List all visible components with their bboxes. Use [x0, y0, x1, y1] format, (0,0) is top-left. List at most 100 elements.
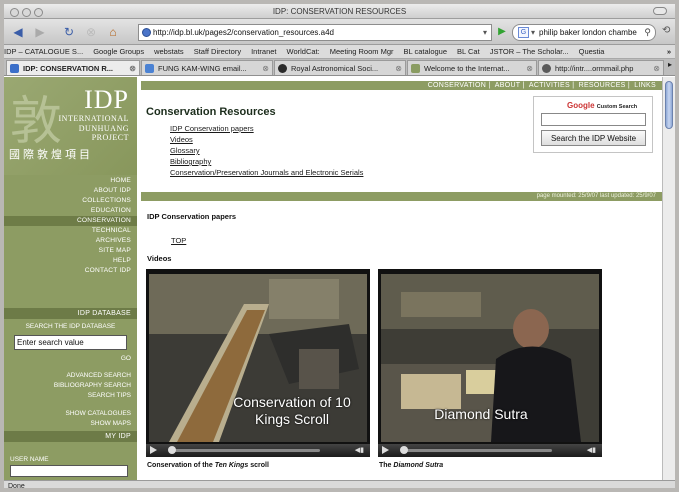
tab-fung-email[interactable]: FUNG KAM-WING email... ⊗ — [141, 60, 273, 75]
main-column: CONSERVATION | ABOUT | ACTIVITIES | RESO… — [141, 77, 662, 480]
video-player-ten-kings[interactable]: Conservation of 10 Kings Scroll ◀▮ — [146, 269, 370, 457]
show-catalogues-link[interactable]: SHOW CATALOGUES — [66, 410, 132, 417]
stop-icon[interactable]: ⊗ — [82, 24, 100, 40]
top-link[interactable]: TOP — [171, 236, 186, 245]
tab-formmail[interactable]: http://intr....ormmail.php ⊗ — [538, 60, 664, 75]
bookmark-item[interactable]: Intranet — [251, 47, 276, 56]
toolbar-toggle-icon[interactable] — [653, 7, 667, 15]
username-label: USER NAME — [10, 456, 49, 463]
minimize-window-icon[interactable] — [22, 8, 31, 17]
google-engine-icon[interactable]: G — [518, 27, 529, 38]
video-progress-track[interactable] — [402, 449, 552, 452]
video-scrubber-handle[interactable] — [168, 446, 176, 454]
browser-search-field[interactable]: G ▾ philip baker london chambe ⚲ — [512, 24, 656, 41]
bookmark-item[interactable]: Google Groups — [93, 47, 144, 56]
topnav-conservation[interactable]: CONSERVATION — [428, 82, 486, 89]
sidebar-item-technical[interactable]: TECHNICAL — [4, 226, 137, 236]
bookmark-item[interactable]: Meeting Room Mgr — [330, 47, 394, 56]
bookmark-item[interactable]: IDP – CATALOGUE S... — [4, 47, 83, 56]
vertical-scrollbar[interactable] — [662, 77, 675, 480]
sidebar-item-archives[interactable]: ARCHIVES — [4, 236, 137, 246]
sidebar-item-education[interactable]: EDUCATION — [4, 206, 137, 216]
tab-royal-astronomical[interactable]: Royal Astronomical Soci... ⊗ — [274, 60, 406, 75]
video-controls: ◀▮ — [146, 444, 370, 457]
advanced-search-link[interactable]: ADVANCED SEARCH — [66, 372, 131, 379]
go-button[interactable]: GO — [121, 355, 131, 362]
bookmark-item[interactable]: BL Cat — [457, 47, 480, 56]
search-tips-link[interactable]: SEARCH TIPS — [88, 392, 131, 399]
link-conservation-papers[interactable]: IDP Conservation papers — [170, 123, 363, 134]
sidebar-item-about[interactable]: ABOUT IDP — [4, 186, 137, 196]
tabs-overflow-icon[interactable]: ▸ — [668, 60, 672, 69]
video-overlay-title: Diamond Sutra — [434, 406, 528, 422]
home-icon[interactable]: ⌂ — [104, 24, 122, 40]
extension-icon[interactable]: ⟲ — [662, 25, 670, 36]
bibliography-search-link[interactable]: BIBLIOGRAPHY SEARCH — [54, 382, 131, 389]
close-tab-icon[interactable]: ⊗ — [262, 61, 269, 75]
bookmark-item[interactable]: Staff Directory — [194, 47, 241, 56]
topnav-activities[interactable]: ACTIVITIES — [529, 82, 570, 89]
sidebar-item-contact[interactable]: CONTACT IDP — [4, 266, 137, 276]
sidebar-item-conservation[interactable]: CONSERVATION — [4, 216, 137, 226]
tab-idp-conservation[interactable]: IDP: CONSERVATION R... ⊗ — [6, 60, 140, 75]
search-icon[interactable]: ⚲ — [644, 25, 651, 40]
tab-welcome-internat[interactable]: Welcome to the Internat... ⊗ — [407, 60, 537, 75]
volume-icon[interactable]: ◀▮ — [355, 446, 364, 454]
tab-label: http://intr....ormmail.php — [555, 64, 634, 73]
page-content: 敦 IDP INTERNATIONAL DUNHUANG PROJECT 國際敦… — [4, 77, 662, 480]
search-idp-button[interactable]: Search the IDP Website — [541, 130, 646, 146]
topnav-about[interactable]: ABOUT — [495, 82, 521, 89]
bookmarks-overflow-icon[interactable]: » — [667, 45, 671, 58]
sidebar-item-collections[interactable]: COLLECTIONS — [4, 196, 137, 206]
back-arrow-icon[interactable]: ◀ — [8, 24, 28, 40]
favicon-icon — [10, 64, 19, 73]
close-tab-icon[interactable]: ⊗ — [395, 61, 402, 75]
address-bar[interactable]: http://idp.bl.uk/pages2/conservation_res… — [138, 24, 492, 41]
link-bibliography[interactable]: Bibliography — [170, 156, 363, 167]
bookmark-item[interactable]: BL catalogue — [404, 47, 448, 56]
close-tab-icon[interactable]: ⊗ — [653, 61, 660, 75]
link-videos[interactable]: Videos — [170, 134, 363, 145]
topnav-resources[interactable]: RESOURCES — [579, 82, 626, 89]
video-player-diamond-sutra[interactable]: Diamond Sutra ◀▮ — [378, 269, 602, 457]
google-site-search: Google Custom Search Search the IDP Webs… — [533, 96, 653, 153]
idp-logo[interactable]: 敦 IDP INTERNATIONAL DUNHUANG PROJECT 國際敦… — [4, 77, 137, 175]
topnav-links[interactable]: LINKS — [634, 82, 656, 89]
video-scrubber-handle[interactable] — [400, 446, 408, 454]
close-window-icon[interactable] — [10, 8, 19, 17]
video-progress-track[interactable] — [170, 449, 320, 452]
bookmark-item[interactable]: JSTOR – The Scholar... — [490, 47, 569, 56]
bookmark-item[interactable]: WorldCat: — [287, 47, 320, 56]
link-journals[interactable]: Conservation/Preservation Journals and E… — [170, 167, 363, 178]
volume-icon[interactable]: ◀▮ — [587, 446, 596, 454]
logo-sub-line: INTERNATIONAL — [58, 114, 129, 123]
sidebar-item-sitemap[interactable]: SITE MAP — [4, 246, 137, 256]
search-database-label: SEARCH THE IDP DATABASE — [25, 323, 116, 330]
scrollbar-thumb[interactable] — [665, 81, 673, 129]
reload-icon[interactable]: ↻ — [60, 24, 78, 40]
zoom-window-icon[interactable] — [34, 8, 43, 17]
play-icon[interactable] — [382, 446, 389, 454]
resource-links: IDP Conservation papers Videos Glossary … — [170, 123, 363, 178]
bookmark-item[interactable]: webstats — [154, 47, 184, 56]
tab-label: FUNG KAM-WING email... — [158, 64, 247, 73]
close-tab-icon[interactable]: ⊗ — [129, 61, 136, 75]
show-maps-link[interactable]: SHOW MAPS — [91, 420, 131, 427]
logo-subtitle: INTERNATIONAL DUNHUANG PROJECT — [59, 114, 130, 143]
site-search-input[interactable] — [541, 113, 646, 126]
google-logo-text: Google — [567, 101, 595, 110]
history-dropdown-icon[interactable]: ▾ — [483, 25, 487, 40]
bookmark-item[interactable]: Questia — [579, 47, 605, 56]
sidebar-item-home[interactable]: HOME — [4, 176, 137, 186]
close-tab-icon[interactable]: ⊗ — [526, 61, 533, 75]
sidebar-item-help[interactable]: HELP — [4, 256, 137, 266]
username-input[interactable] — [10, 465, 128, 477]
engine-dropdown-icon[interactable]: ▾ — [531, 25, 535, 40]
top-navigation: CONSERVATION | ABOUT | ACTIVITIES | RESO… — [141, 81, 662, 90]
link-glossary[interactable]: Glossary — [170, 145, 363, 156]
favicon-icon — [278, 64, 287, 73]
forward-arrow-icon[interactable]: ▶ — [30, 24, 50, 40]
go-arrow-icon[interactable]: ▶ — [495, 25, 509, 39]
database-search-input[interactable]: Enter search value — [14, 335, 127, 350]
play-icon[interactable] — [150, 446, 157, 454]
